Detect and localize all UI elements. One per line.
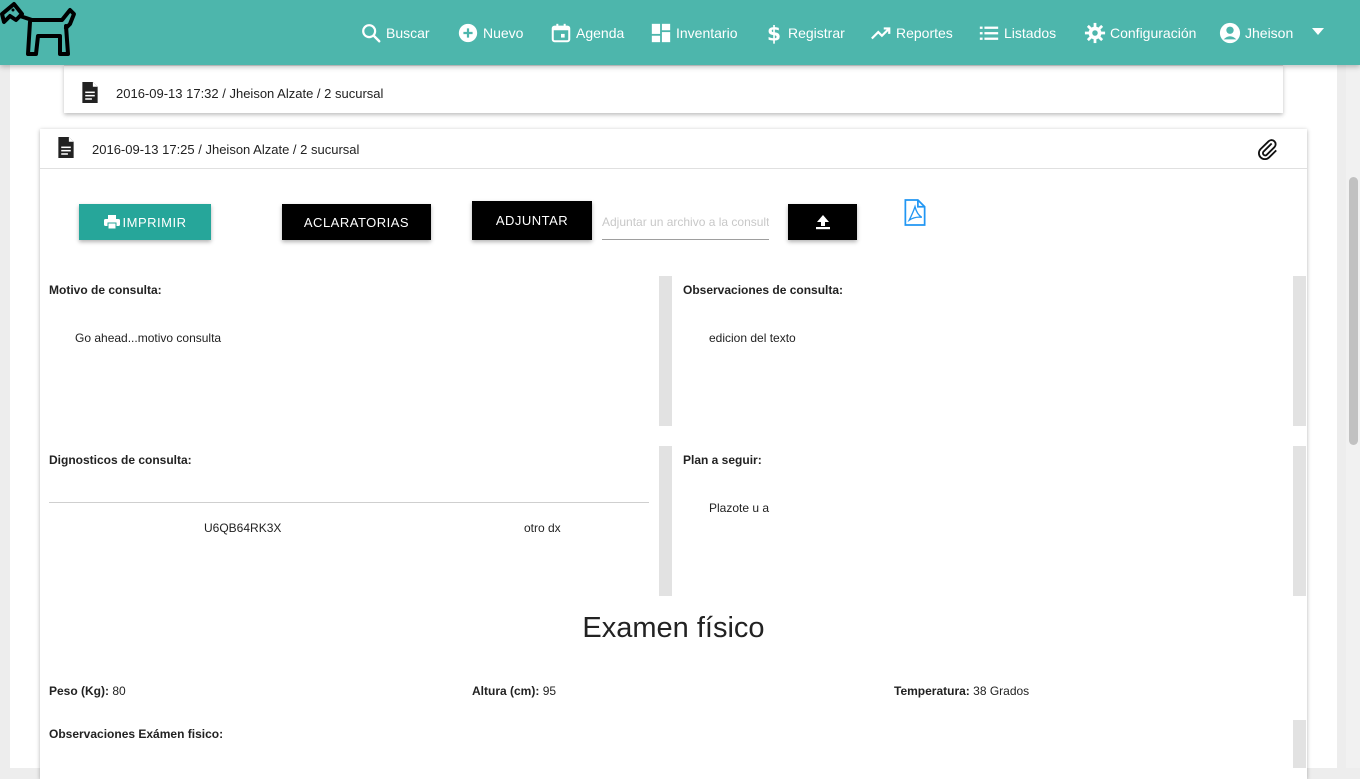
diagnosticos-title: Dignosticos de consulta: (49, 453, 192, 467)
peso-label: Peso (Kg): (49, 684, 109, 698)
peso-value: 80 (112, 684, 126, 698)
list-icon (979, 26, 999, 40)
nav-listados-label: Listados (1004, 24, 1057, 41)
nav-listados[interactable]: Listados (978, 0, 1056, 65)
nav-registrar-label: Registrar (788, 24, 845, 41)
temperatura-label: Temperatura: (894, 684, 970, 698)
consult-header-text: 2016-09-13 17:25 / Jheison Alzate / 2 su… (92, 142, 360, 157)
dog-logo-icon[interactable] (0, 0, 80, 62)
nav-nuevo[interactable]: Nuevo (457, 0, 523, 65)
upload-icon (815, 215, 830, 230)
dollar-icon: $ (767, 22, 781, 44)
imprimir-button[interactable]: IMPRIMIR (79, 204, 211, 240)
search-icon (362, 23, 381, 42)
caret-down-icon[interactable] (1312, 28, 1324, 36)
pdf-icon[interactable] (903, 199, 927, 226)
document-icon (58, 137, 74, 158)
aclaratorias-button[interactable]: ACLARATORIAS (282, 204, 431, 240)
gear-icon (1084, 22, 1106, 43)
peso-field: Peso (Kg): 80 (49, 684, 126, 698)
nav-agenda-label: Agenda (576, 24, 625, 41)
svg-text:$: $ (767, 22, 781, 44)
upload-button[interactable] (788, 204, 857, 240)
document-icon (82, 82, 98, 103)
scrollbar-thumb[interactable] (1349, 177, 1358, 445)
column-divider (659, 276, 672, 426)
nav-reportes-label: Reportes (896, 24, 953, 41)
nav-buscar[interactable]: Buscar (360, 0, 430, 65)
observaciones-title: Observaciones de consulta: (683, 283, 844, 297)
plan-title: Plan a seguir: (683, 453, 762, 467)
attach-file-input[interactable] (602, 205, 769, 240)
dashboard-icon (651, 23, 671, 42)
top-navbar: Buscar Nuevo Agenda Inventario $ Registr… (0, 0, 1360, 65)
adjuntar-button[interactable]: ADJUNTAR (472, 201, 592, 240)
card-header-divider (40, 168, 1307, 169)
column-divider (1293, 446, 1306, 596)
nav-nuevo-label: Nuevo (483, 24, 524, 41)
diagnosticos-divider (49, 502, 649, 503)
observaciones-text: edicion del texto (709, 331, 796, 345)
nav-agenda[interactable]: Agenda (550, 0, 624, 65)
column-divider (1293, 276, 1306, 426)
nav-buscar-label: Buscar (386, 24, 430, 41)
imprimir-label: IMPRIMIR (122, 214, 187, 230)
aclaratorias-label: ACLARATORIAS (303, 214, 410, 230)
temperatura-field: Temperatura: 38 Grados (894, 684, 1029, 698)
column-divider (659, 446, 672, 596)
motivo-title: Motivo de consulta: (49, 283, 162, 297)
consult-header-text: 2016-09-13 17:32 / Jheison Alzate / 2 su… (116, 86, 384, 101)
altura-field: Altura (cm): 95 (472, 684, 556, 698)
adjuntar-label: ADJUNTAR (495, 213, 569, 228)
paperclip-icon[interactable] (1257, 138, 1279, 160)
diagnostico-desc: otro dx (524, 521, 561, 535)
account-circle-icon (1219, 22, 1241, 43)
examen-fisico-title: Examen físico (582, 612, 765, 644)
motivo-text: Go ahead...motivo consulta (75, 331, 222, 345)
printer-icon (103, 215, 120, 229)
column-divider (1293, 720, 1306, 768)
nav-user-label: Jheison (1245, 24, 1294, 41)
add-circle-icon (458, 23, 478, 42)
nav-configuracion-label: Configuración (1110, 24, 1197, 41)
altura-label: Altura (cm): (472, 684, 540, 698)
obs-exam-title: Observaciones Exámen fisico: (49, 727, 224, 741)
consult-card-previous[interactable]: 2016-09-13 17:32 / Jheison Alzate / 2 su… (64, 65, 1283, 113)
nav-inventario[interactable]: Inventario (650, 0, 737, 65)
diagnostico-code: U6QB64RK3X (204, 521, 282, 535)
temperatura-value: 38 Grados (973, 684, 1030, 698)
nav-configuracion[interactable]: Configuración (1084, 0, 1196, 65)
trending-up-icon (871, 26, 891, 39)
nav-reportes[interactable]: Reportes (870, 0, 953, 65)
nav-inventario-label: Inventario (676, 24, 738, 41)
nav-user-menu[interactable]: Jheison (1219, 0, 1293, 65)
calendar-icon (551, 23, 571, 42)
plan-text: Plazote u a (709, 501, 770, 515)
altura-value: 95 (542, 684, 557, 698)
nav-registrar[interactable]: $ Registrar (764, 0, 845, 65)
